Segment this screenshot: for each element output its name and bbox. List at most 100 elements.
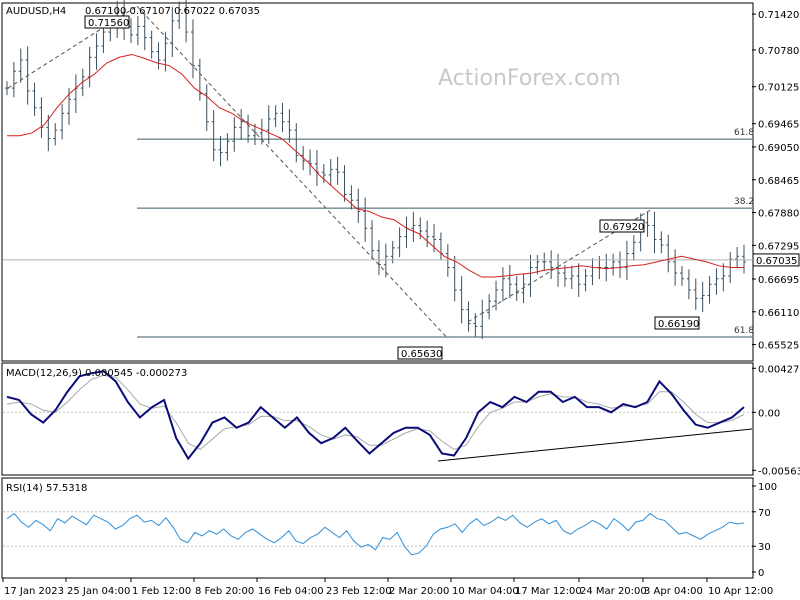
price-bar [335,156,340,185]
price-bar [569,265,574,290]
rsi-tick-label: 70 [758,508,771,519]
price-bar [87,46,92,88]
price-bar [404,216,409,249]
time-axis: 17 Jan 2023 25 Jan 04:00 1 Feb 12:00 8 Feb … [2,578,773,597]
price-bar [686,269,691,300]
price-bar [53,123,58,146]
price-bar [190,19,195,79]
price-tick-label: 0.69050 [758,143,799,154]
price-bar [514,276,519,301]
rsi-tick-label: 30 [758,542,771,553]
time-tick-label: 10 Mar 04:00 [452,586,519,597]
price-annotation-label: 0.65630 [401,349,442,360]
price-tick-label: 0.67880 [758,209,799,220]
price-bar [735,247,740,269]
price-bar [707,276,712,304]
price-tick-label: 0.71420 [758,10,799,21]
price-bar [18,48,23,83]
price-bar [11,62,16,98]
price-bar [349,185,354,210]
price-tick-label: 0.65525 [758,341,799,352]
price-bar [60,104,65,140]
price-tick-label: 0.68465 [758,176,799,187]
watermark: ActionForex.com [438,66,621,91]
time-tick-label: 17 Jan 2023 [4,586,64,597]
rsi-line [6,512,745,556]
price-bar [700,281,705,313]
time-tick-label: 17 Mar 12:00 [515,586,582,597]
price-bar [590,258,595,286]
time-tick-label: 23 Feb 12:00 [326,586,392,597]
price-bar [556,253,561,287]
price-bar [631,235,636,261]
price-bar [624,240,629,281]
price-bar [659,231,664,254]
trend-dashed-line [136,5,449,340]
price-axis: 0.71420 0.70780 0.70125 0.69465 0.69050 0.684… [752,10,799,352]
price-bar [411,211,416,242]
price-tick-label: 0.69465 [758,120,799,131]
price-bar [363,197,368,242]
price-bar [714,268,719,295]
price-bar [142,13,147,51]
macd-tick-label: 0.004278 [758,364,800,375]
fib-level-label: 61.8 [734,128,754,138]
price-bar [645,211,650,237]
price-bar [459,276,464,324]
overlay-layer: 61.8 38.2 61.8 0.67035 0.71560 0.65630 0.67920… [3,5,800,360]
price-tick-label: 0.67295 [758,241,799,252]
macd-tick-label: 0.00 [758,408,780,419]
price-bar [232,116,237,152]
price-bar [135,16,140,46]
price-bar [370,220,375,259]
price-bar [604,253,609,282]
price-bar [328,159,333,186]
macd-layer: 0.004278 0.00 -0.005635 [3,364,800,477]
chart-ohlc: 0.67100 0.67107 0.67022 0.67035 [85,6,260,17]
macd-trendline [437,428,753,462]
price-bar [376,240,381,276]
rsi-tick-label: 100 [758,482,777,493]
price-bar [294,123,299,163]
macd-title: MACD(12,26,9) 0.000545 -0.000273 [6,368,187,379]
price-bar [273,105,278,128]
price-bar [287,109,292,143]
price-bar [500,267,505,302]
price-bar [542,252,547,272]
price-bar [314,150,319,186]
price-bar [438,232,443,261]
price-bars-layer [5,0,746,339]
price-bar [673,249,678,286]
price-bar [32,82,37,116]
price-bar [101,25,106,54]
price-bar [128,18,133,43]
time-tick-label: 10 Apr 12:00 [708,586,773,597]
rsi-layer: 100 70 30 0 [3,482,777,579]
price-bar [156,42,161,70]
time-tick-label: 8 Feb 20:00 [195,586,254,597]
price-tick-label: 0.66695 [758,275,799,286]
price-bar [680,266,685,286]
price-bar [225,133,230,161]
price-bar [445,244,450,277]
price-annotation-label: 0.67920 [603,222,644,233]
price-bar [280,102,285,133]
price-bar [549,250,554,279]
macd-tick-label: -0.005635 [758,466,800,477]
rsi-tick-label: 0 [758,568,764,579]
price-tick-label: 0.66110 [758,308,799,319]
time-tick-label: 3 Apr 04:00 [644,586,703,597]
price-bar [742,244,746,274]
price-tick-label: 0.70780 [758,46,799,57]
price-bar [46,114,51,152]
price-bar [266,105,271,144]
price-bar [666,234,671,273]
main-panel-frame [1,2,754,362]
price-annotation-label: 0.71560 [88,18,129,29]
fib-level-label: 61.8 [734,326,754,336]
price-bar [487,294,492,320]
price-bar [149,30,154,59]
price-bar [73,74,78,114]
price-bar [576,263,581,297]
price-bar [218,136,223,167]
